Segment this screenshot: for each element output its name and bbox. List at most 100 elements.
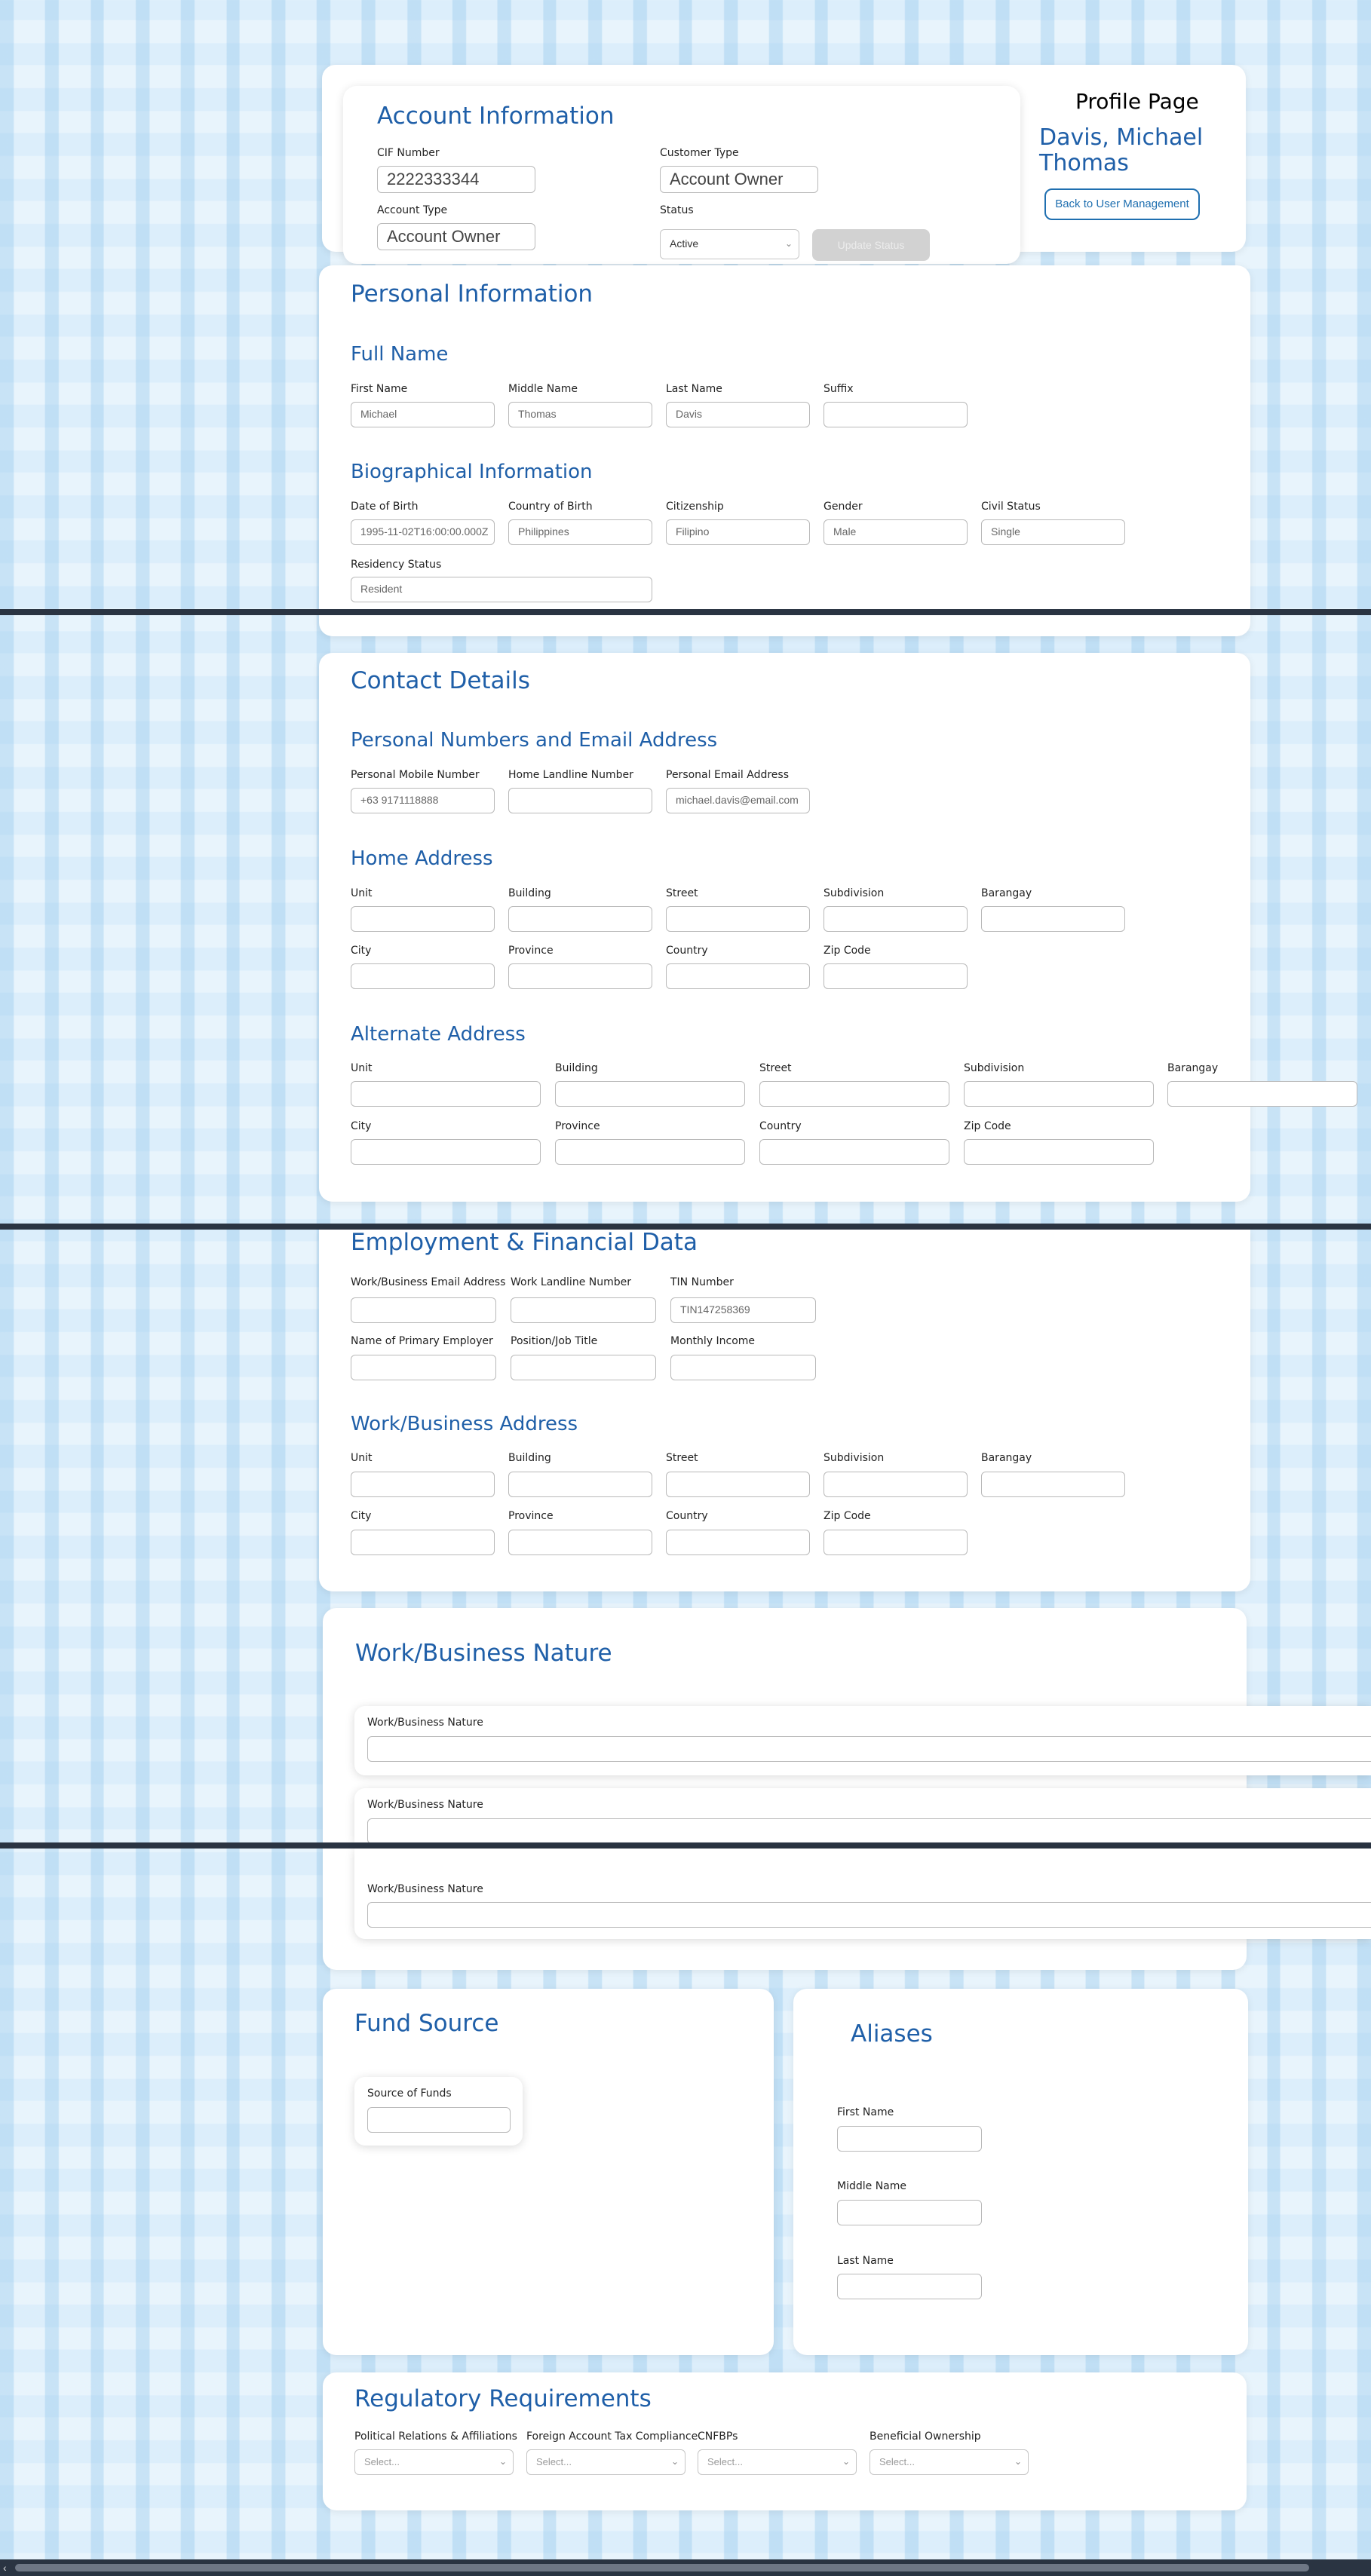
- cob-field[interactable]: Philippines: [508, 519, 652, 545]
- alias-middle-field[interactable]: [837, 2200, 982, 2225]
- scrollbar-thumb[interactable]: [15, 2564, 1309, 2571]
- bo-placeholder: Select...: [879, 2456, 915, 2467]
- tin-field[interactable]: TIN147258369: [670, 1297, 816, 1323]
- cif-field[interactable]: 2222333344: [377, 166, 535, 193]
- home-barangay-label: Barangay: [981, 887, 1032, 899]
- home-building-field[interactable]: [508, 906, 652, 932]
- horizontal-scrollbar[interactable]: ‹: [0, 2559, 1371, 2576]
- first-name-field[interactable]: Michael: [351, 402, 495, 427]
- home-barangay-field[interactable]: [981, 906, 1125, 932]
- alt-barangay-label: Barangay: [1167, 1062, 1219, 1074]
- beneficial-ownership-select[interactable]: Select... ⌄: [870, 2449, 1029, 2475]
- home-city-field[interactable]: [351, 963, 495, 989]
- gender-label: Gender: [824, 501, 863, 513]
- work-building-field[interactable]: [508, 1472, 652, 1497]
- alias-first-field[interactable]: [837, 2126, 982, 2152]
- home-unit-field[interactable]: [351, 906, 495, 932]
- home-city-label: City: [351, 945, 372, 957]
- last-name-field[interactable]: Davis: [666, 402, 810, 427]
- alias-first-label: First Name: [837, 2106, 894, 2118]
- customer-type-field[interactable]: Account Owner: [660, 166, 818, 193]
- status-select[interactable]: Active ⌄: [660, 229, 799, 259]
- work-zip-field[interactable]: [824, 1530, 968, 1555]
- home-street-field[interactable]: [666, 906, 810, 932]
- citizenship-field[interactable]: Filipino: [666, 519, 810, 545]
- civil-status-field[interactable]: Single: [981, 519, 1125, 545]
- nature-entry-3: Work/Business Nature: [354, 1849, 1371, 1939]
- email-field[interactable]: michael.davis@email.com: [666, 788, 810, 813]
- home-building-label: Building: [508, 887, 551, 899]
- work-street-field[interactable]: [666, 1472, 810, 1497]
- fatca-select[interactable]: Select... ⌄: [526, 2449, 686, 2475]
- alt-city-field[interactable]: [351, 1139, 541, 1165]
- middle-name-field[interactable]: Thomas: [508, 402, 652, 427]
- work-country-field[interactable]: [666, 1530, 810, 1555]
- dob-label: Date of Birth: [351, 501, 419, 513]
- home-landline-label: Home Landline Number: [508, 769, 633, 781]
- update-status-button[interactable]: Update Status: [812, 229, 930, 261]
- alt-subdivision-field[interactable]: [964, 1081, 1154, 1107]
- nature-field-2[interactable]: [367, 1818, 1371, 1844]
- position-field[interactable]: [511, 1355, 656, 1380]
- fatca-placeholder: Select...: [536, 2456, 572, 2467]
- home-subdivision-label: Subdivision: [824, 887, 885, 899]
- nature-field-1[interactable]: [367, 1736, 1371, 1762]
- profile-name-line2: Thomas: [1039, 150, 1129, 176]
- dob-field[interactable]: 1995-11-02T16:00:00.000Z: [351, 519, 495, 545]
- home-address-title: Home Address: [351, 847, 493, 870]
- work-unit-field[interactable]: [351, 1472, 495, 1497]
- work-subdivision-field[interactable]: [824, 1472, 968, 1497]
- alt-zip-label: Zip Code: [964, 1120, 1011, 1132]
- alt-zip-field[interactable]: [964, 1139, 1154, 1165]
- alt-unit-field[interactable]: [351, 1081, 541, 1107]
- cob-label: Country of Birth: [508, 501, 593, 513]
- work-barangay-label: Barangay: [981, 1452, 1032, 1464]
- cif-label: CIF Number: [377, 147, 440, 159]
- pra-select[interactable]: Select... ⌄: [354, 2449, 514, 2475]
- work-email-field[interactable]: [351, 1297, 496, 1323]
- alt-building-field[interactable]: [555, 1081, 745, 1107]
- aliases-title: Aliases: [851, 2020, 933, 2048]
- alt-country-field[interactable]: [759, 1139, 949, 1165]
- alt-barangay-field[interactable]: [1167, 1081, 1357, 1107]
- income-field[interactable]: [670, 1355, 816, 1380]
- citizenship-label: Citizenship: [666, 501, 724, 513]
- numbers-title: Personal Numbers and Email Address: [351, 729, 718, 752]
- alt-street-field[interactable]: [759, 1081, 949, 1107]
- income-label: Monthly Income: [670, 1335, 756, 1347]
- home-zip-field[interactable]: [824, 963, 968, 989]
- alt-subdivision-label: Subdivision: [964, 1062, 1025, 1074]
- home-country-field[interactable]: [666, 963, 810, 989]
- work-province-field[interactable]: [508, 1530, 652, 1555]
- position-label: Position/Job Title: [511, 1335, 598, 1347]
- work-province-label: Province: [508, 1510, 554, 1522]
- back-to-user-management-button[interactable]: Back to User Management: [1044, 188, 1200, 220]
- source-of-funds-field[interactable]: [367, 2107, 511, 2133]
- chevron-down-icon: ⌄: [842, 2456, 850, 2467]
- mobile-field[interactable]: +63 9171118888: [351, 788, 495, 813]
- work-city-field[interactable]: [351, 1530, 495, 1555]
- home-country-label: Country: [666, 945, 708, 957]
- home-subdivision-field[interactable]: [824, 906, 968, 932]
- work-landline-field[interactable]: [511, 1297, 656, 1323]
- cnfbp-select[interactable]: Select... ⌄: [698, 2449, 857, 2475]
- home-landline-field[interactable]: [508, 788, 652, 813]
- home-province-field[interactable]: [508, 963, 652, 989]
- residency-field[interactable]: Resident: [351, 577, 652, 602]
- employer-field[interactable]: [351, 1355, 496, 1380]
- cnfbp-placeholder: Select...: [707, 2456, 743, 2467]
- alias-last-field[interactable]: [837, 2274, 982, 2299]
- account-info-title: Account Information: [377, 103, 615, 130]
- alt-province-field[interactable]: [555, 1139, 745, 1165]
- fund-source-box: Source of Funds: [354, 2077, 523, 2146]
- suffix-field[interactable]: [824, 402, 968, 427]
- work-barangay-field[interactable]: [981, 1472, 1125, 1497]
- home-province-label: Province: [508, 945, 554, 957]
- last-name-label: Last Name: [666, 383, 722, 395]
- beneficial-ownership-label: Beneficial Ownership: [870, 2431, 981, 2443]
- gender-field[interactable]: Male: [824, 519, 968, 545]
- nature-field-3[interactable]: [367, 1902, 1371, 1928]
- email-label: Personal Email Address: [666, 769, 790, 781]
- account-type-field[interactable]: Account Owner: [377, 223, 535, 250]
- chevron-left-icon[interactable]: ‹: [3, 2559, 7, 2576]
